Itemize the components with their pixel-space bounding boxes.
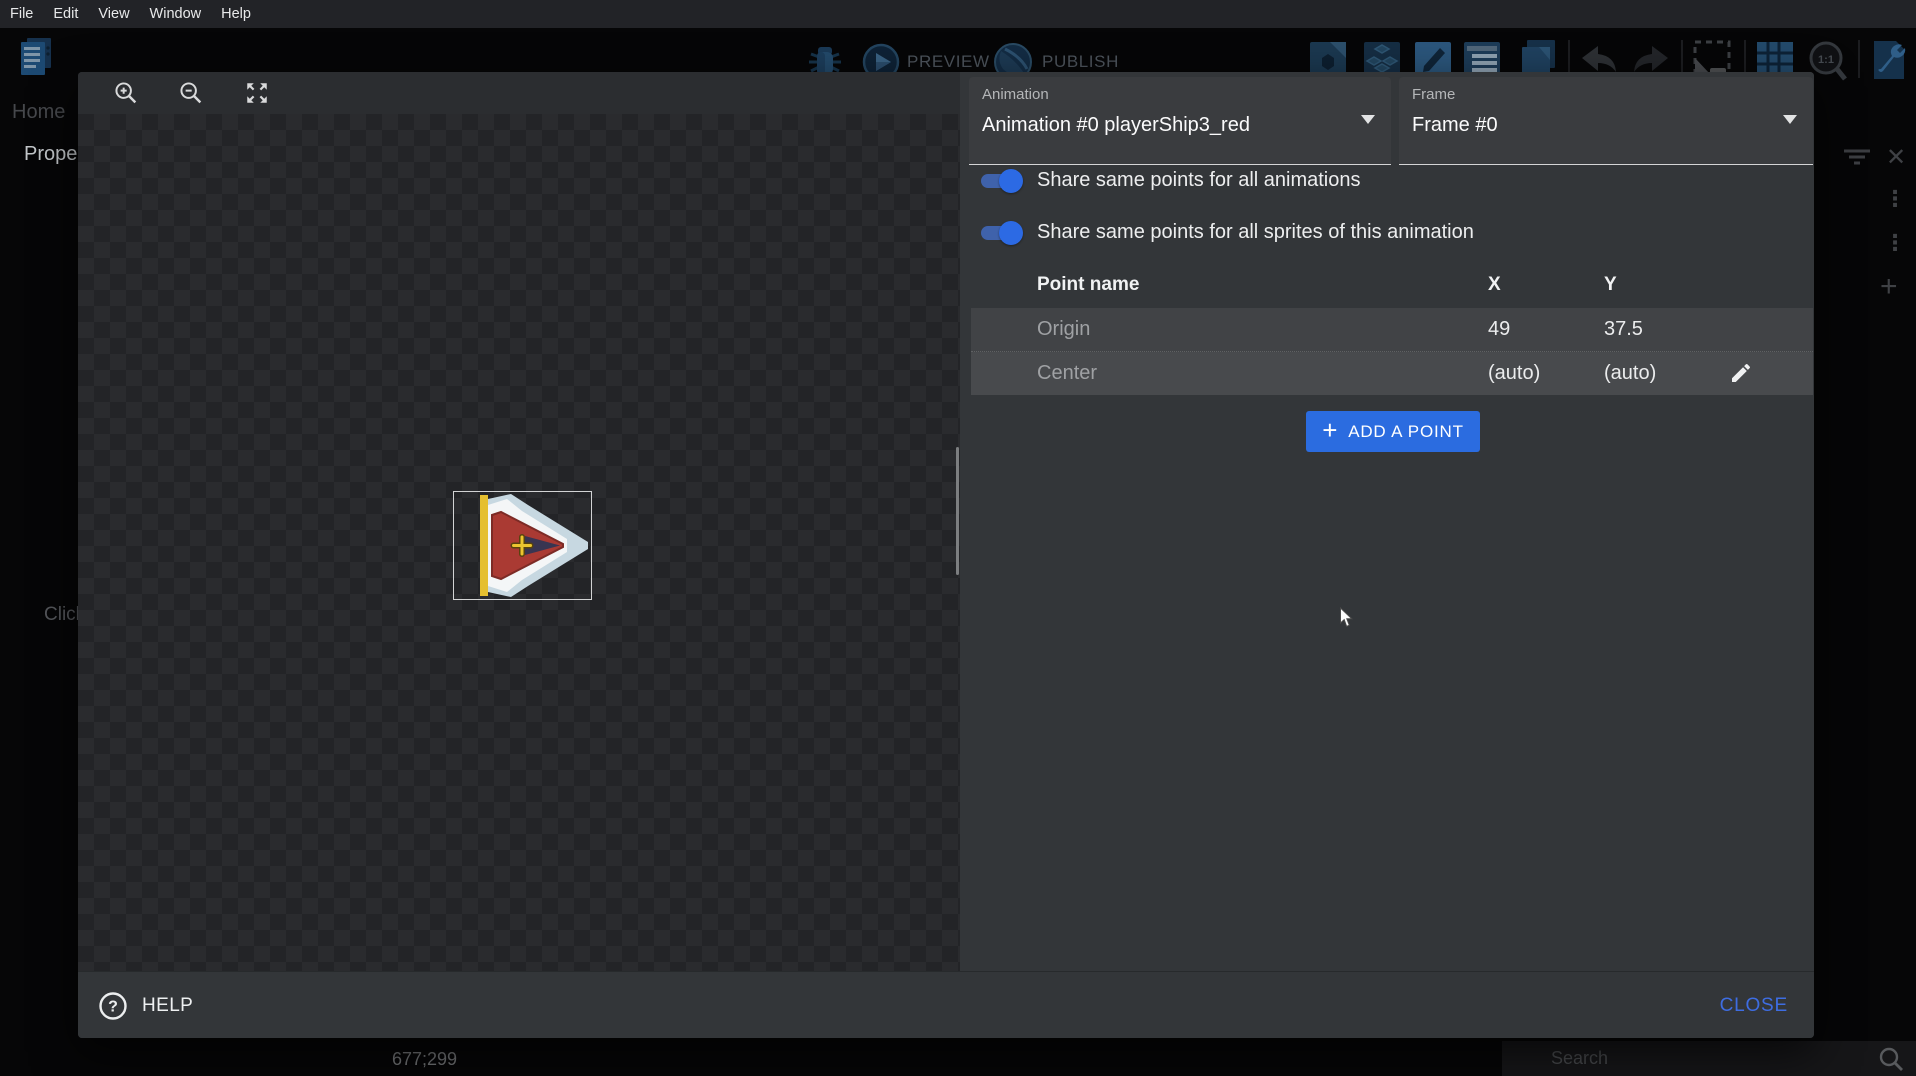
canvas-scrollbar-thumb[interactable] (956, 447, 959, 575)
project-settings-wrench-icon[interactable] (1868, 39, 1908, 81)
close-label: CLOSE (1720, 995, 1788, 1017)
chevron-down-icon (1361, 115, 1375, 124)
help-icon: ? (98, 991, 128, 1021)
animation-select[interactable]: Animation Animation #0 playerShip3_red (969, 77, 1391, 165)
point-row-origin[interactable]: Origin 49 37.5 (971, 308, 1813, 352)
sprite-selection-box[interactable] (453, 491, 592, 600)
menu-bar: File Edit View Window Help (0, 0, 1916, 28)
plus-icon: + (1322, 417, 1338, 443)
toolbar-divider (1858, 40, 1860, 78)
point-x-value[interactable]: 49 (1488, 318, 1510, 341)
point-y-value[interactable]: (auto) (1604, 362, 1656, 385)
more-options-icon[interactable]: ⋮ (1884, 186, 1906, 212)
search-input[interactable] (1549, 1047, 1853, 1070)
frame-select-value: Frame #0 (1412, 114, 1498, 137)
filter-icon[interactable] (1842, 148, 1872, 166)
tab-properties-partial[interactable]: Proper (24, 143, 84, 166)
column-x: X (1488, 274, 1501, 296)
dialog-bottom-bar: ? HELP CLOSE (78, 971, 1814, 1038)
cursor-coordinates: 677;299 (392, 1049, 457, 1070)
menu-view[interactable]: View (96, 6, 131, 22)
search-icon (1878, 1046, 1904, 1072)
fit-to-view-expand-icon[interactable] (240, 76, 274, 110)
project-manager-icon[interactable] (18, 36, 54, 78)
tab-home[interactable]: Home (12, 101, 65, 124)
point-name: Center (1037, 362, 1097, 385)
player-ship-sprite (454, 492, 591, 599)
zoom-out-icon[interactable] (174, 76, 208, 110)
help-label: HELP (142, 995, 193, 1017)
animation-select-value: Animation #0 playerShip3_red (982, 114, 1250, 137)
point-x-value[interactable]: (auto) (1488, 362, 1540, 385)
close-panel-icon[interactable]: ✕ (1886, 143, 1906, 172)
zoom-in-icon[interactable] (109, 76, 143, 110)
frame-select[interactable]: Frame Frame #0 (1399, 77, 1813, 165)
svg-text:?: ? (108, 998, 118, 1015)
frame-select-label: Frame (1412, 86, 1455, 103)
menu-window[interactable]: Window (148, 6, 204, 22)
add-icon[interactable]: + (1880, 270, 1898, 304)
column-y: Y (1604, 274, 1617, 296)
column-point-name: Point name (1037, 274, 1139, 296)
share-points-all-animations-toggle[interactable] (977, 168, 1023, 194)
more-options-icon[interactable]: ⋮ (1884, 230, 1906, 256)
add-a-point-label: ADD A POINT (1348, 422, 1464, 442)
mouse-cursor (1339, 607, 1354, 628)
publish-button-label[interactable]: PUBLISH (1042, 52, 1119, 72)
point-row-center[interactable]: Center (auto) (auto) (971, 352, 1813, 395)
sprite-canvas-toolbar (78, 72, 960, 114)
svg-text:1:1: 1:1 (1818, 54, 1834, 66)
share-points-all-sprites-toggle[interactable] (977, 220, 1023, 246)
close-button[interactable]: CLOSE (1720, 972, 1788, 1038)
preview-button-label[interactable]: PREVIEW (907, 52, 990, 72)
points-table-header: Point name X Y (971, 271, 1813, 299)
menu-edit[interactable]: Edit (51, 6, 80, 22)
menu-file[interactable]: File (8, 6, 35, 22)
share-points-all-sprites-label: Share same points for all sprites of thi… (1037, 221, 1474, 244)
animation-select-label: Animation (982, 86, 1049, 103)
edit-points-dialog: Animation Animation #0 playerShip3_red F… (78, 72, 1814, 1038)
points-side-panel: Animation Animation #0 playerShip3_red F… (960, 72, 1814, 971)
object-search-box (1502, 1041, 1916, 1076)
chevron-down-icon (1783, 115, 1797, 124)
help-button[interactable]: ? HELP (98, 972, 193, 1038)
point-name: Origin (1037, 318, 1090, 341)
add-a-point-button[interactable]: + ADD A POINT (1306, 411, 1480, 452)
edit-pencil-icon[interactable] (1729, 361, 1753, 385)
application-window: File Edit View Window Help P (0, 0, 1916, 1076)
share-points-all-animations-label: Share same points for all animations (1037, 169, 1361, 192)
point-y-value[interactable]: 37.5 (1604, 318, 1643, 341)
menu-help[interactable]: Help (219, 6, 253, 22)
